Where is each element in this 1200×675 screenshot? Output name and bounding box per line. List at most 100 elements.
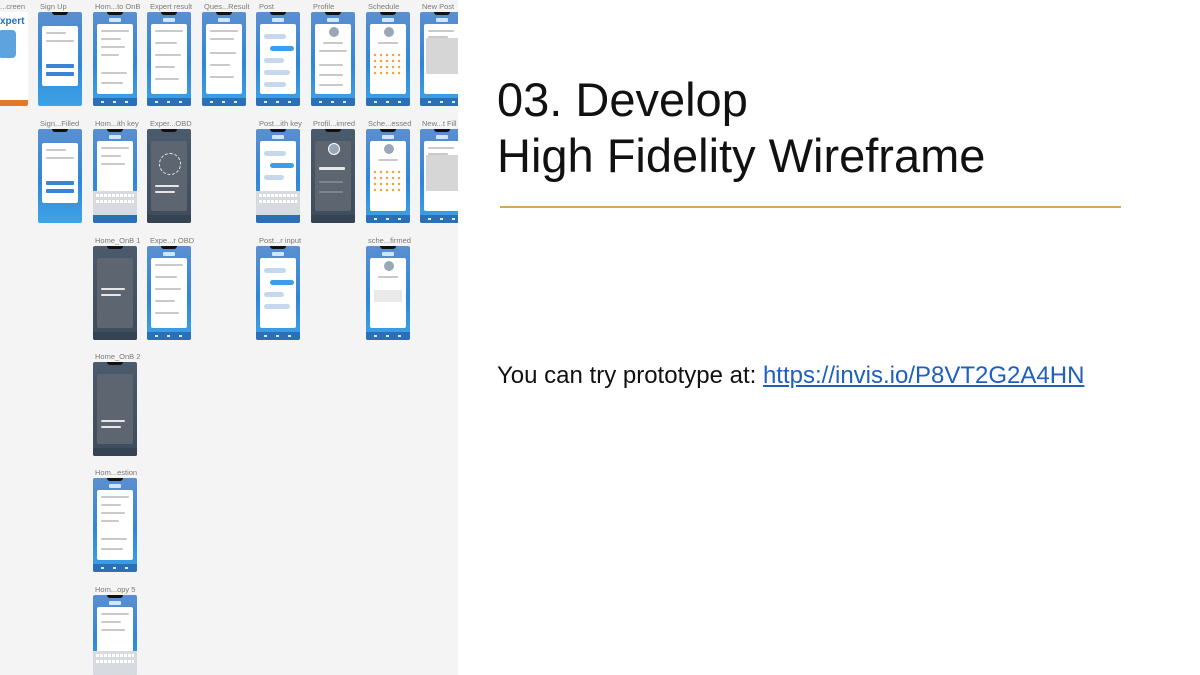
- line: [155, 42, 177, 44]
- tab-bar: [256, 215, 300, 223]
- card: [151, 141, 187, 211]
- logo: [109, 484, 121, 488]
- line: [101, 155, 121, 157]
- line: [101, 629, 125, 631]
- line: [46, 32, 66, 34]
- line: [210, 64, 230, 66]
- artboard-label[interactable]: Hom...opy 5: [95, 585, 135, 594]
- dialog: [374, 290, 402, 302]
- artboard-label[interactable]: Sign...Filled: [40, 119, 79, 128]
- line: [101, 548, 123, 550]
- artboard-label[interactable]: Hom...estion: [95, 468, 137, 477]
- tab-dot: [125, 101, 128, 103]
- prototype-link[interactable]: https://invis.io/P8VT2G2A4HN: [763, 362, 1084, 389]
- artboard-schedule-confirmed[interactable]: [366, 246, 410, 340]
- artboard-canvas[interactable]: ...creen Sign Up Hom...to OnB Expert res…: [0, 0, 458, 675]
- tab-dot: [276, 335, 279, 337]
- tab-dot: [374, 335, 377, 337]
- line: [155, 78, 179, 80]
- artboard-label[interactable]: Hom...ith key: [95, 119, 139, 128]
- line: [210, 76, 234, 78]
- artboard-sign-up[interactable]: [38, 12, 82, 106]
- artboard-label[interactable]: Home_OnB 2: [95, 352, 140, 361]
- artboard-label[interactable]: sche...firmed: [368, 236, 411, 245]
- artboard-home-onb-2[interactable]: [93, 362, 137, 456]
- tab-dot: [452, 218, 455, 220]
- logo: [109, 18, 121, 22]
- avatar: [383, 260, 395, 272]
- logo: [436, 135, 448, 139]
- card: [97, 24, 133, 94]
- line: [101, 54, 119, 56]
- card: [97, 374, 133, 444]
- tab-bar: [147, 215, 191, 223]
- notch: [52, 12, 68, 15]
- artboard-schedule-pressed[interactable]: [366, 129, 410, 223]
- artboard-label[interactable]: Post...r input: [259, 236, 301, 245]
- line: [101, 504, 121, 506]
- card: [42, 143, 78, 203]
- artboard-label[interactable]: Ques...Result: [204, 2, 249, 11]
- card: [260, 24, 296, 94]
- artboard-label[interactable]: ...creen: [0, 2, 25, 11]
- title-divider: [500, 206, 1121, 208]
- notch: [434, 12, 450, 15]
- keyboard: [93, 191, 137, 215]
- artboard-expert-onboarding[interactable]: [147, 129, 191, 223]
- artboard-label[interactable]: Expe...r OBD: [150, 236, 194, 245]
- artboard-question-result[interactable]: [202, 12, 246, 106]
- artboard-schedule[interactable]: [366, 12, 410, 106]
- artboard-post-with-keyboard[interactable]: [256, 129, 300, 223]
- artboard-label[interactable]: Post: [259, 2, 274, 11]
- artboard-label[interactable]: New...t Fill: [422, 119, 457, 128]
- artboard-label[interactable]: Exper...OBD: [150, 119, 192, 128]
- artboard-expert-onboarding-2[interactable]: [147, 246, 191, 340]
- notch: [270, 12, 286, 15]
- artboard-label[interactable]: Hom...to OnB: [95, 2, 140, 11]
- line: [101, 512, 125, 514]
- logo: [272, 135, 284, 139]
- logo: [218, 18, 230, 22]
- artboard-label[interactable]: Sign Up: [40, 2, 67, 11]
- notch: [434, 129, 450, 132]
- line: [101, 288, 125, 290]
- line: [155, 30, 183, 32]
- tab-bar: [366, 215, 410, 223]
- orange-bar: [0, 100, 28, 106]
- button-shape: [46, 181, 74, 185]
- artboard-post-input[interactable]: [256, 246, 300, 340]
- artboard-label[interactable]: Schedule: [368, 2, 399, 11]
- card: [97, 258, 133, 328]
- tab-dot: [386, 335, 389, 337]
- artboard-home-onb-1[interactable]: [93, 246, 137, 340]
- artboard-label[interactable]: Expert result: [150, 2, 192, 11]
- notch: [107, 478, 123, 481]
- line: [101, 72, 127, 74]
- artboard-label[interactable]: Post...ith key: [259, 119, 302, 128]
- line: [46, 149, 66, 151]
- notch: [107, 129, 123, 132]
- artboard-home-copy-5[interactable]: [93, 595, 137, 675]
- artboard-label[interactable]: Profil...imred: [313, 119, 355, 128]
- artboard-sign-up-filled[interactable]: [38, 129, 82, 223]
- logo: [382, 135, 394, 139]
- artboard-label[interactable]: New Post: [422, 2, 454, 11]
- artboard-home-question[interactable]: [93, 478, 137, 572]
- artboard-profile[interactable]: [311, 12, 355, 106]
- artboard-label[interactable]: Home_OnB 1: [95, 236, 140, 245]
- artboard-home-with-keyboard[interactable]: [93, 129, 137, 223]
- artboard-label[interactable]: Sche...essed: [368, 119, 411, 128]
- artboard-post[interactable]: [256, 12, 300, 106]
- artboard-label[interactable]: Profile: [313, 2, 334, 11]
- artboard-profile-dimmed[interactable]: [311, 129, 355, 223]
- artboard-new-post-filled[interactable]: [420, 129, 458, 223]
- artboard-home-onb[interactable]: [93, 12, 137, 106]
- artboard-new-post[interactable]: [420, 12, 458, 106]
- chat-bubble: [264, 58, 284, 63]
- line: [101, 46, 125, 48]
- image-placeholder: [426, 155, 458, 191]
- tab-dot: [428, 101, 431, 103]
- line: [101, 420, 125, 422]
- artboard-splash-screen[interactable]: xpert: [0, 12, 28, 106]
- artboard-expert-result[interactable]: [147, 12, 191, 106]
